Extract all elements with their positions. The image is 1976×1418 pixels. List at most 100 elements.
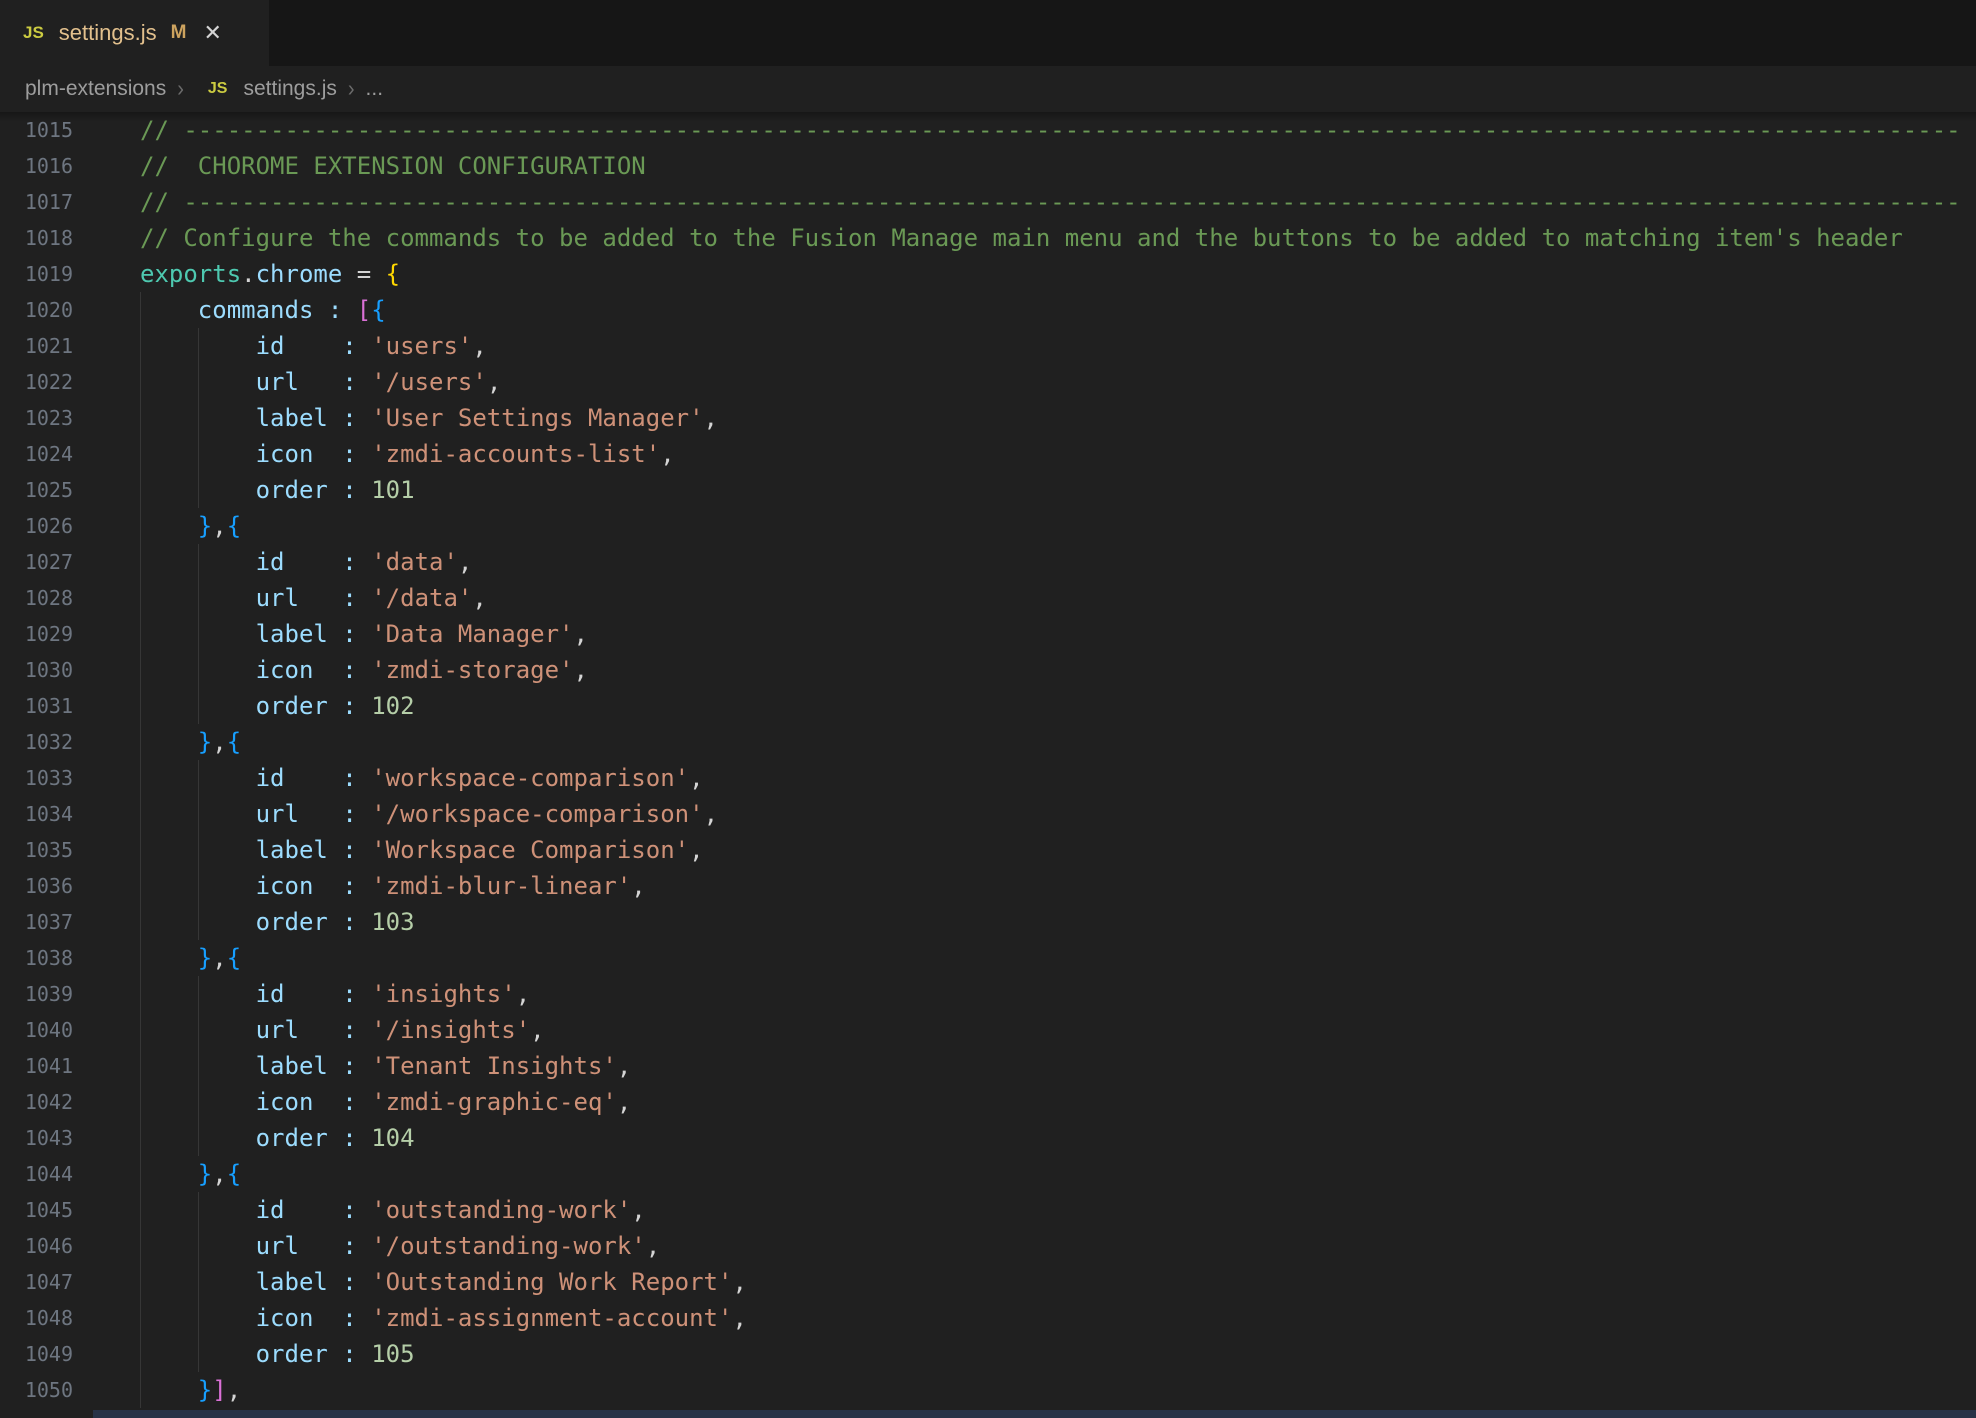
- line-number: 1041: [0, 1048, 73, 1084]
- code-line[interactable]: 1040 url : '/insights',: [0, 1012, 1976, 1048]
- line-number: 1017: [0, 184, 73, 220]
- line-number: 1034: [0, 796, 73, 832]
- indent-guide: [198, 760, 199, 796]
- indent-guide: [198, 472, 199, 508]
- line-number: 1035: [0, 832, 73, 868]
- indent-guide: [140, 1156, 141, 1192]
- code-line[interactable]: 1043 order : 104: [0, 1120, 1976, 1156]
- indent-guide: [140, 1228, 141, 1264]
- code-text: icon : 'zmdi-graphic-eq',: [140, 1084, 631, 1120]
- code-text: icon : 'zmdi-assignment-account',: [140, 1300, 747, 1336]
- line-number: 1044: [0, 1156, 73, 1192]
- breadcrumb-more[interactable]: ...: [366, 77, 384, 101]
- close-icon[interactable]: ✕: [203, 22, 221, 44]
- code-line[interactable]: 1027 id : 'data',: [0, 544, 1976, 580]
- code-line[interactable]: 1022 url : '/users',: [0, 364, 1976, 400]
- code-line[interactable]: 1024 icon : 'zmdi-accounts-list',: [0, 436, 1976, 472]
- code-text: icon : 'zmdi-storage',: [140, 652, 588, 688]
- code-line[interactable]: 1031 order : 102: [0, 688, 1976, 724]
- indent-guide: [198, 328, 199, 364]
- line-number: 1025: [0, 472, 73, 508]
- code-line[interactable]: 1026 },{: [0, 508, 1976, 544]
- indent-guide: [198, 364, 199, 400]
- line-number: 1036: [0, 868, 73, 904]
- indent-guide: [198, 1300, 199, 1336]
- breadcrumb-file[interactable]: settings.js: [243, 77, 336, 101]
- code-line[interactable]: 1047 label : 'Outstanding Work Report',: [0, 1264, 1976, 1300]
- code-line[interactable]: 1033 id : 'workspace-comparison',: [0, 760, 1976, 796]
- line-number: 1032: [0, 724, 73, 760]
- indent-guide: [140, 1372, 141, 1408]
- code-line[interactable]: 1015// ---------------------------------…: [0, 112, 1976, 148]
- indent-guide: [140, 1192, 141, 1228]
- code-line[interactable]: 1046 url : '/outstanding-work',: [0, 1228, 1976, 1264]
- code-line[interactable]: 1038 },{: [0, 940, 1976, 976]
- code-text: id : 'users',: [140, 328, 487, 364]
- code-line[interactable]: 1016// CHOROME EXTENSION CONFIGURATION: [0, 148, 1976, 184]
- code-line[interactable]: 1023 label : 'User Settings Manager',: [0, 400, 1976, 436]
- code-text: exports.chrome = {: [140, 256, 400, 292]
- code-line[interactable]: 1028 url : '/data',: [0, 580, 1976, 616]
- code-text: label : 'User Settings Manager',: [140, 400, 718, 436]
- indent-guide: [140, 940, 141, 976]
- indent-guide: [198, 1084, 199, 1120]
- code-line[interactable]: 1034 url : '/workspace-comparison',: [0, 796, 1976, 832]
- line-number: 1043: [0, 1120, 73, 1156]
- line-number: 1042: [0, 1084, 73, 1120]
- indent-guide: [198, 976, 199, 1012]
- indent-guide: [198, 436, 199, 472]
- code-line[interactable]: 1032 },{: [0, 724, 1976, 760]
- indent-guide: [140, 544, 141, 580]
- indent-guide: [140, 1300, 141, 1336]
- indent-guide: [198, 1264, 199, 1300]
- line-number: 1050: [0, 1372, 73, 1408]
- indent-guide: [140, 904, 141, 940]
- code-text: },{: [140, 940, 241, 976]
- code-line[interactable]: 1017// ---------------------------------…: [0, 184, 1976, 220]
- code-line[interactable]: 1030 icon : 'zmdi-storage',: [0, 652, 1976, 688]
- line-number: 1037: [0, 904, 73, 940]
- js-file-icon: JS: [23, 23, 44, 43]
- line-number: 1020: [0, 292, 73, 328]
- code-line[interactable]: 1049 order : 105: [0, 1336, 1976, 1372]
- indent-guide: [140, 760, 141, 796]
- code-text: id : 'workspace-comparison',: [140, 760, 704, 796]
- indent-guide: [198, 832, 199, 868]
- indent-guide: [140, 1264, 141, 1300]
- code-line[interactable]: 1029 label : 'Data Manager',: [0, 616, 1976, 652]
- code-line[interactable]: 1048 icon : 'zmdi-assignment-account',: [0, 1300, 1976, 1336]
- code-line[interactable]: 1019exports.chrome = {: [0, 256, 1976, 292]
- indent-guide: [140, 1048, 141, 1084]
- indent-guide: [140, 688, 141, 724]
- code-line[interactable]: 1045 id : 'outstanding-work',: [0, 1192, 1976, 1228]
- line-number: 1022: [0, 364, 73, 400]
- line-number: 1038: [0, 940, 73, 976]
- code-line[interactable]: 1042 icon : 'zmdi-graphic-eq',: [0, 1084, 1976, 1120]
- code-line[interactable]: 1050 }],: [0, 1372, 1976, 1408]
- code-area[interactable]: 1015// ---------------------------------…: [0, 112, 1976, 1418]
- line-number: 1047: [0, 1264, 73, 1300]
- code-line[interactable]: 1039 id : 'insights',: [0, 976, 1976, 1012]
- code-line[interactable]: 1018// Configure the commands to be adde…: [0, 220, 1976, 256]
- code-line[interactable]: 1037 order : 103: [0, 904, 1976, 940]
- code-line[interactable]: 1041 label : 'Tenant Insights',: [0, 1048, 1976, 1084]
- indent-guide: [140, 1120, 141, 1156]
- code-line[interactable]: 1025 order : 101: [0, 472, 1976, 508]
- indent-guide: [140, 364, 141, 400]
- indent-guide: [198, 580, 199, 616]
- indent-guide: [198, 868, 199, 904]
- indent-guide: [140, 472, 141, 508]
- code-line[interactable]: 1036 icon : 'zmdi-blur-linear',: [0, 868, 1976, 904]
- indent-guide: [198, 1192, 199, 1228]
- tab-settings-js[interactable]: JS settings.js M ✕: [0, 0, 269, 66]
- code-line[interactable]: 1035 label : 'Workspace Comparison',: [0, 832, 1976, 868]
- indent-guide: [140, 832, 141, 868]
- code-line[interactable]: 1020 commands : [{: [0, 292, 1976, 328]
- code-line[interactable]: 1044 },{: [0, 1156, 1976, 1192]
- line-number: 1028: [0, 580, 73, 616]
- indent-guide: [198, 1048, 199, 1084]
- code-line[interactable]: 1021 id : 'users',: [0, 328, 1976, 364]
- code-text: icon : 'zmdi-blur-linear',: [140, 868, 646, 904]
- breadcrumb-folder[interactable]: plm-extensions: [25, 77, 166, 101]
- chevron-right-icon: ›: [177, 76, 184, 102]
